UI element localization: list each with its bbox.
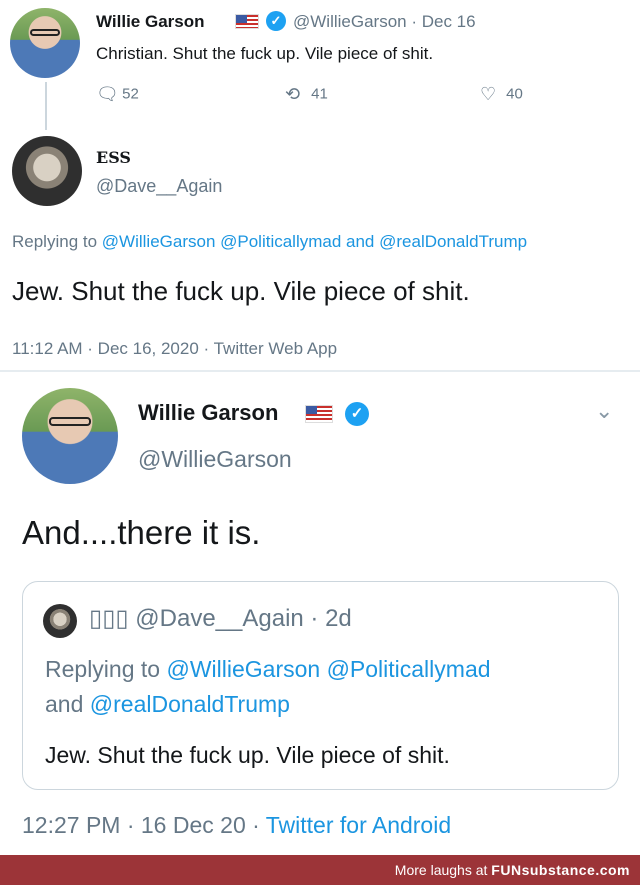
tweet-text: Christian. Shut the fuck up. Vile piece … <box>96 44 434 63</box>
heart-icon: ♡ <box>480 84 497 104</box>
tweet-timestamp-large: 12:27 PM · 16 Dec 20 · Twitter for Andro… <box>22 812 451 839</box>
tweet-source-link[interactable]: Twitter for Android <box>266 812 451 838</box>
tweet-author-name[interactable]: Willie Garson <box>96 12 204 32</box>
tweet-text-large: And....there it is. <box>22 514 261 551</box>
willie-avatar[interactable] <box>10 8 80 78</box>
willie-avatar-large[interactable] <box>22 388 118 484</box>
quoted-replying-prefix: Replying to <box>45 656 167 682</box>
reply-button[interactable]: 🗨 52 <box>96 84 139 105</box>
quoted-name-handle: ▯▯▯ @Dave__Again · 2d <box>89 605 352 632</box>
quoted-avatar <box>43 604 77 638</box>
reply-text: Jew. Shut the fuck up. Vile piece of shi… <box>12 276 470 306</box>
reply-timestamp[interactable]: 11:12 AM · Dec 16, 2020 · Twitter Web Ap… <box>12 339 337 359</box>
ess-avatar[interactable] <box>12 136 82 206</box>
quoted-replying-links-2[interactable]: @realDonaldTrump <box>90 691 290 717</box>
banner-brand[interactable]: FUNsubstance.com <box>491 862 630 878</box>
watermark-banner: More laughs at FUNsubstance.com <box>0 855 640 885</box>
reply-author-handle[interactable]: @Dave__Again <box>96 176 222 197</box>
reply-author-name[interactable]: ESS <box>96 148 131 167</box>
section-divider <box>0 370 640 372</box>
thread-connector <box>45 82 47 130</box>
top-tweet-section: Willie Garson ✓ @WillieGarson · Dec 16 C… <box>0 0 640 368</box>
verified-icon: ✓ <box>266 11 286 31</box>
tweet-handle-date[interactable]: @WillieGarson · Dec 16 <box>293 12 476 32</box>
tweet-time-date[interactable]: 12:27 PM · 16 Dec 20 · <box>22 812 266 838</box>
quoted-replying-to: Replying to @WillieGarson @Politicallyma… <box>45 652 595 722</box>
quoted-replying-links-1[interactable]: @WillieGarson @Politicallymad <box>166 656 490 682</box>
us-flag-icon <box>235 14 259 29</box>
like-button[interactable]: ♡ 40 <box>480 84 523 105</box>
replying-to-prefix: Replying to <box>12 232 102 251</box>
banner-prefix: More laughs at <box>394 862 492 878</box>
chevron-down-icon[interactable]: ⌄ <box>595 398 613 424</box>
us-flag-icon <box>305 405 333 423</box>
retweet-count: 41 <box>311 85 328 103</box>
replying-to-links[interactable]: @WillieGarson @Politicallymad and @realD… <box>102 232 527 251</box>
verified-icon: ✓ <box>345 402 369 426</box>
reply-icon: 🗨 <box>96 84 119 104</box>
like-count: 40 <box>506 85 523 103</box>
tweet-author-name-large[interactable]: Willie Garson <box>138 400 278 426</box>
retweet-button[interactable]: ⟲ 41 <box>285 84 328 105</box>
quoted-text: Jew. Shut the fuck up. Vile piece of shi… <box>45 742 450 768</box>
quoted-tweet-card[interactable]: ▯▯▯ @Dave__Again · 2d Replying to @Willi… <box>22 581 619 790</box>
retweet-icon: ⟲ <box>285 84 301 104</box>
banner-text: More laughs at FUNsubstance.com <box>395 862 630 878</box>
tweet-handle-large[interactable]: @WillieGarson <box>138 446 292 473</box>
reply-count: 52 <box>122 85 139 103</box>
replying-to: Replying to @WillieGarson @Politicallyma… <box>12 232 527 252</box>
quoted-replying-and: and <box>45 691 90 717</box>
